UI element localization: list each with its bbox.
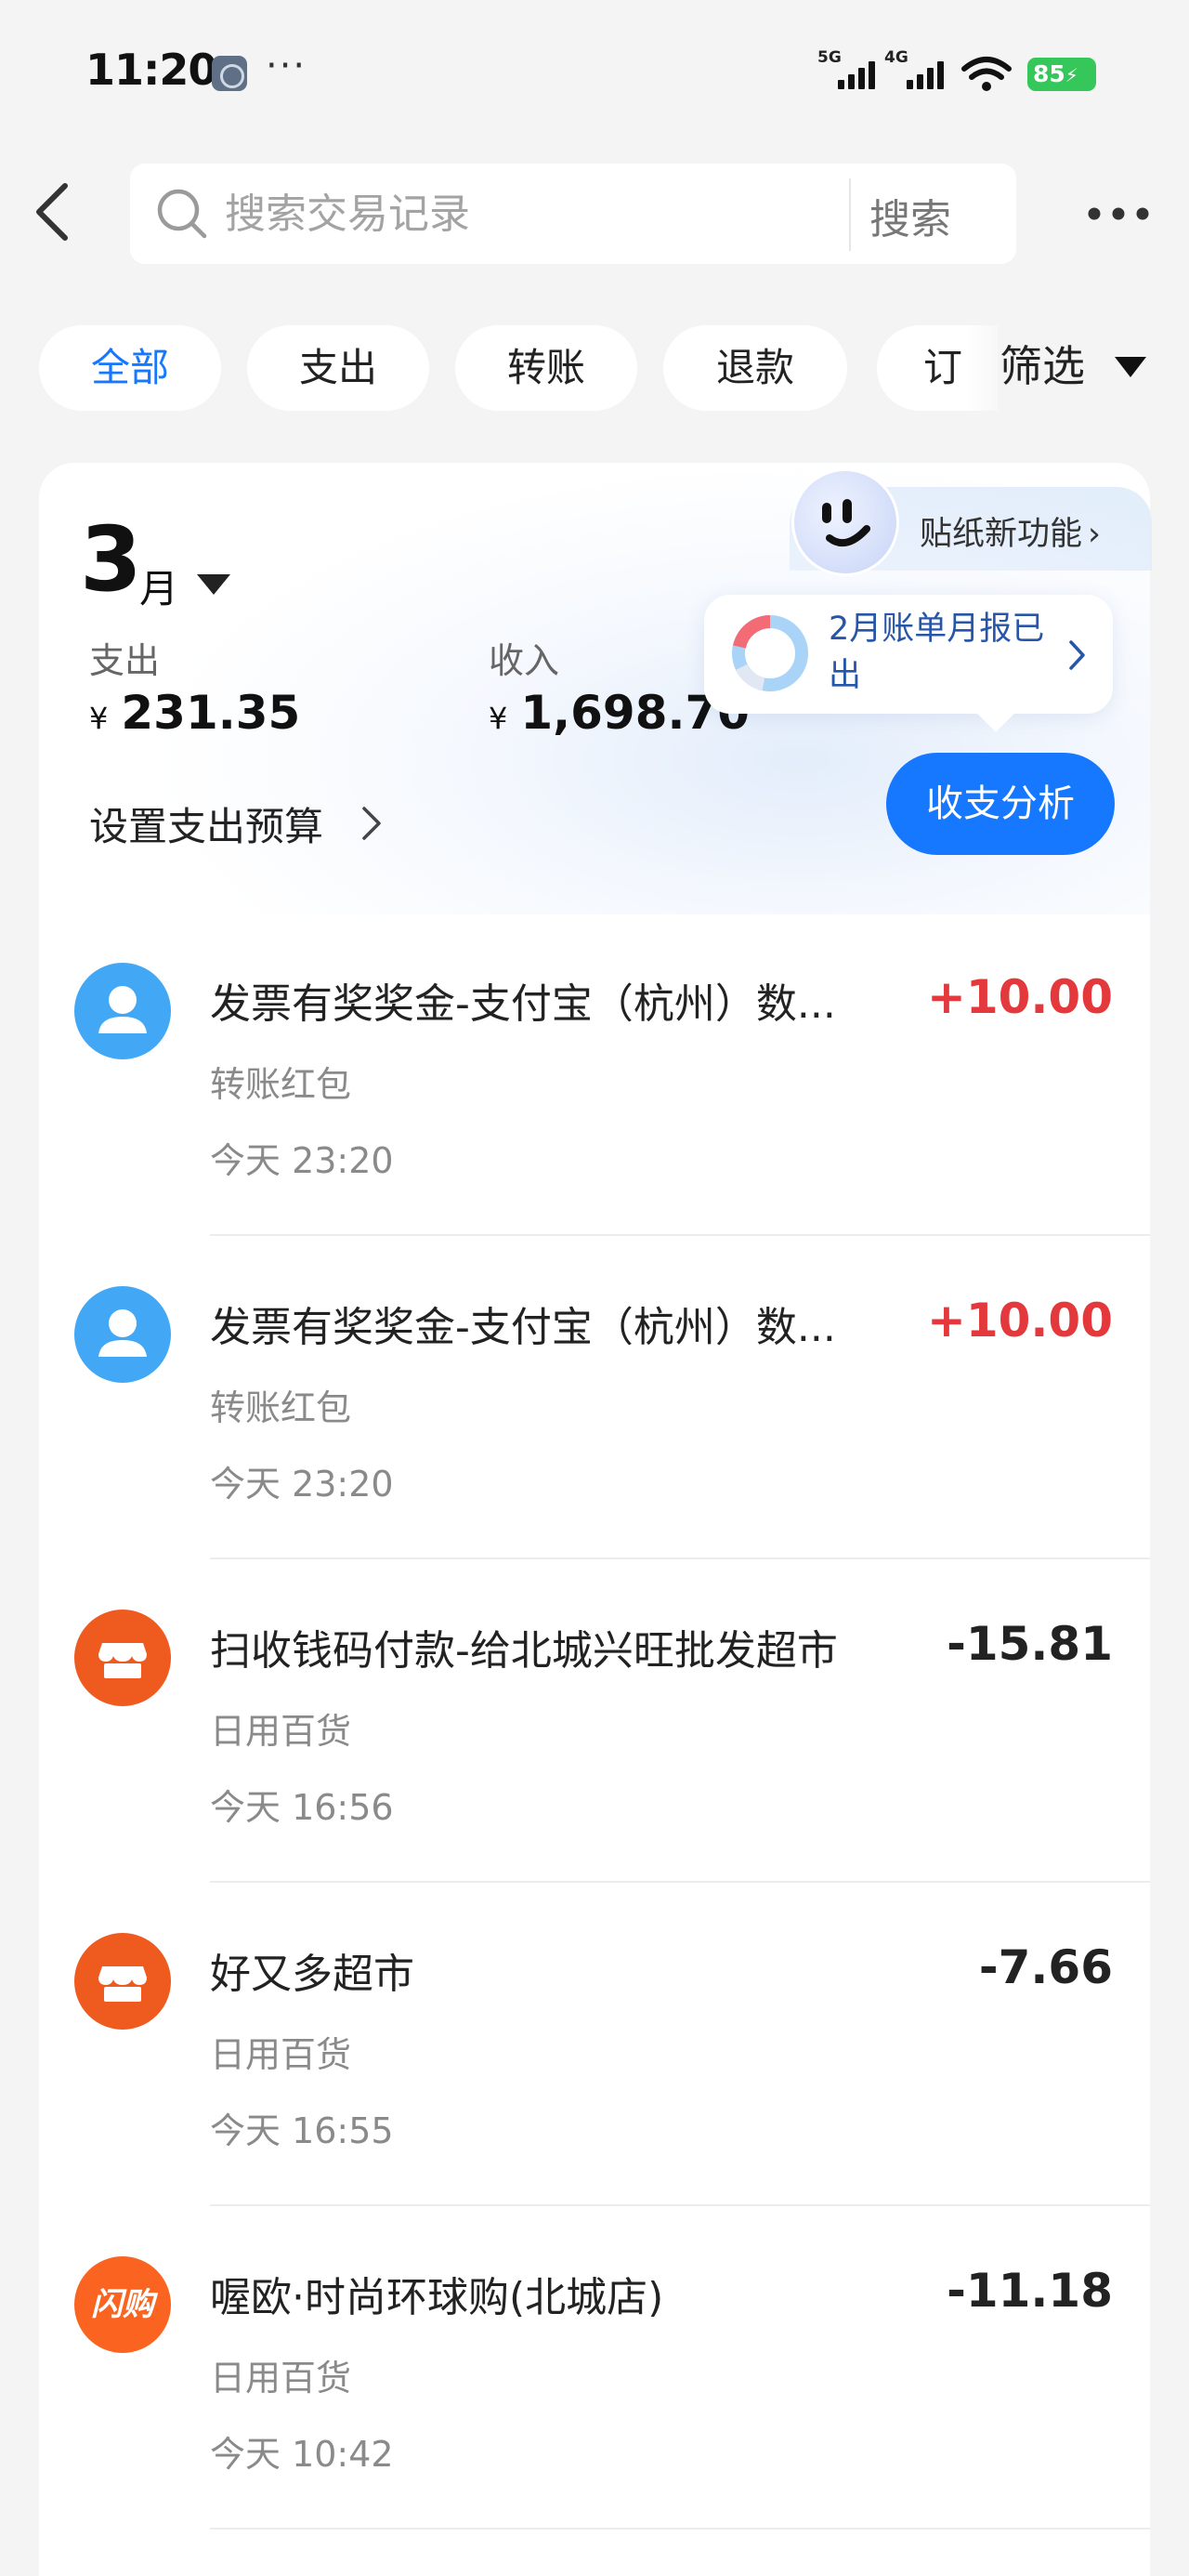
transaction-amount[interactable]: +10.00: [927, 1294, 1113, 1347]
transaction-category: 日用百货: [210, 2358, 352, 2399]
transaction-amount[interactable]: -15.81: [947, 1617, 1113, 1671]
person-icon: [74, 1286, 171, 1383]
back-button[interactable]: [33, 182, 71, 242]
tab-refund[interactable]: 退款: [663, 325, 847, 411]
transaction-category: 转账红包: [210, 1387, 352, 1428]
status-time: 11:20: [85, 45, 217, 95]
more-notifications-indicator: ···: [266, 45, 307, 87]
search-divider: [849, 178, 851, 251]
transaction-category: 转账红包: [210, 1064, 352, 1105]
shop-icon: [74, 1933, 171, 2030]
chevron-right-icon[interactable]: [360, 805, 383, 842]
expense-label: 支出: [89, 640, 161, 681]
income-currency: ¥: [489, 701, 508, 736]
shop-icon: [74, 1610, 171, 1706]
tab-all[interactable]: 全部: [39, 325, 221, 411]
search-icon: [157, 189, 207, 239]
signal-5g-label: 5G: [817, 48, 842, 67]
app-notification-icon: [212, 56, 247, 91]
transaction-time: 今天 16:55: [210, 2110, 394, 2151]
chevron-right-icon[interactable]: [1068, 639, 1087, 671]
transaction-category: 日用百货: [210, 1711, 352, 1752]
person-icon: [74, 963, 171, 1059]
transaction-amount[interactable]: +10.00: [927, 970, 1113, 1024]
transaction-title[interactable]: 好又多超市: [210, 1940, 888, 2000]
sticker-mascot-icon[interactable]: [791, 468, 899, 576]
chevron-right-icon: ›: [1088, 516, 1102, 553]
transaction-amount[interactable]: -11.18: [947, 2264, 1113, 2318]
signal-4g-icon: 4G: [884, 48, 951, 91]
transaction-title[interactable]: 发票有奖奖金-支付宝（杭州）数...: [210, 970, 888, 1030]
expense-currency: ¥: [89, 701, 109, 736]
flash-buy-icon: 闪购: [74, 2256, 171, 2353]
battery-indicator: 85⚡: [1027, 58, 1096, 91]
row-divider: [210, 1557, 1150, 1559]
battery-level: 85: [1033, 60, 1065, 87]
transaction-amount[interactable]: -7.66: [979, 1940, 1113, 1994]
transaction-title[interactable]: 发票有奖奖金-支付宝（杭州）数...: [210, 1294, 888, 1353]
signal-4g-label: 4G: [884, 48, 908, 67]
sticker-feature-link[interactable]: 贴纸新功能 ›: [920, 507, 1101, 555]
transaction-time: 今天 10:42: [210, 2434, 394, 2475]
transaction-time: 今天 23:20: [210, 1464, 394, 1505]
donut-chart-icon: [732, 615, 808, 691]
expense-value: 231.35: [121, 686, 301, 740]
filter-caret-icon[interactable]: [1115, 357, 1146, 377]
month-unit[interactable]: 月: [139, 558, 178, 614]
sticker-feature-label: 贴纸新功能: [920, 516, 1083, 553]
row-divider: [210, 1881, 1150, 1883]
wifi-icon: [961, 57, 1012, 91]
expense-total: ¥231.35: [89, 686, 300, 740]
search-input[interactable]: [225, 186, 838, 242]
transaction-time: 今天 16:56: [210, 1787, 394, 1828]
row-divider: [210, 2528, 1150, 2530]
month-number[interactable]: 3: [80, 513, 142, 606]
income-expense-analysis-button[interactable]: 收支分析: [886, 753, 1115, 855]
more-options-icon[interactable]: [1087, 206, 1150, 221]
transaction-title[interactable]: 喔欧·时尚环球购(北城店): [210, 2264, 888, 2323]
income-label: 收入: [489, 640, 560, 681]
signal-5g-icon: 5G: [817, 48, 881, 91]
row-divider: [210, 1234, 1150, 1236]
filter-button[interactable]: 筛选: [1000, 333, 1085, 394]
transaction-category: 日用百货: [210, 2034, 352, 2075]
set-budget-link[interactable]: 设置支出预算: [89, 795, 323, 852]
search-button[interactable]: 搜索: [869, 186, 951, 245]
tab-expense[interactable]: 支出: [247, 325, 429, 411]
month-dropdown-icon[interactable]: [197, 574, 230, 595]
tab-transfer[interactable]: 转账: [455, 325, 637, 411]
transaction-time: 今天 23:20: [210, 1140, 394, 1181]
transaction-title[interactable]: 扫收钱码付款-给北城兴旺批发超市: [210, 1617, 888, 1676]
row-divider: [210, 2204, 1150, 2206]
monthly-bill-text[interactable]: 2月账单月报已出: [829, 606, 1061, 699]
